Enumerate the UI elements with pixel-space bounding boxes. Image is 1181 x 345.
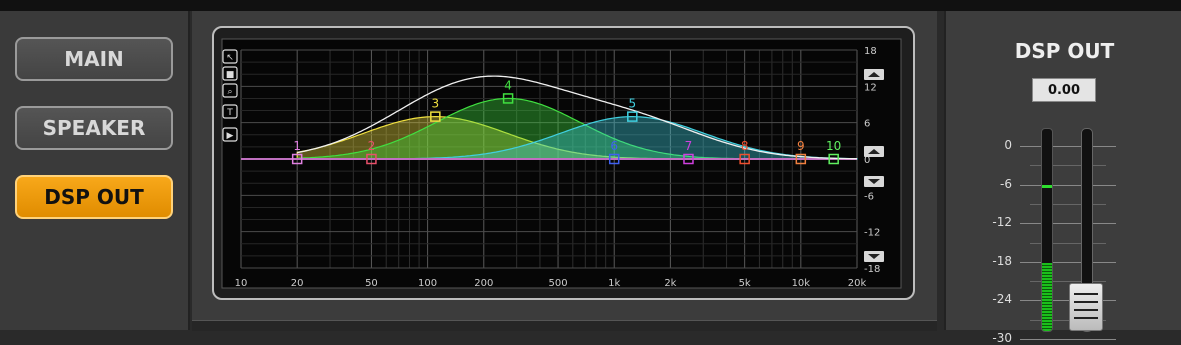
- band-8-label: 8: [741, 139, 749, 153]
- meter-scale-tick: [1020, 184, 1116, 186]
- svg-text:⌕: ⌕: [227, 87, 232, 97]
- band-7-label: 7: [685, 139, 693, 153]
- gain-tick-label: 18: [864, 46, 877, 57]
- gain-tick-label: -18: [864, 264, 880, 275]
- meter-fill: [1042, 262, 1052, 331]
- meter-peak: [1042, 184, 1052, 188]
- freq-tick-label: 10: [235, 278, 248, 289]
- svg-text:■: ■: [226, 70, 235, 80]
- band-9-label: 9: [797, 139, 805, 153]
- freq-tick-label: 50: [365, 278, 378, 289]
- freq-tick-label: 2k: [664, 278, 676, 289]
- meter-scale-label: 0: [1004, 138, 1012, 152]
- level-meter: [1041, 128, 1053, 332]
- freq-tick-label: 10k: [792, 278, 811, 289]
- top-bar: [0, 0, 1181, 11]
- freq-tick-label: 1k: [608, 278, 620, 289]
- meter-scale-label: -30: [992, 331, 1012, 345]
- freq-tick-label: 20k: [848, 278, 867, 289]
- right-output-panel: DSP OUT 0.00 0 -6 -12 -18 -24 -30: [944, 11, 1181, 345]
- main-button[interactable]: MAIN: [15, 37, 173, 81]
- meter-scale-label: -6: [1000, 176, 1012, 191]
- band-2-label: 2: [368, 139, 376, 153]
- gain-value-display[interactable]: 0.00: [1032, 78, 1096, 102]
- gain-tick-label: 12: [864, 82, 877, 93]
- meter-scale-tick: [1020, 146, 1116, 147]
- fader-handle[interactable]: [1069, 282, 1103, 331]
- band-10-label: 10: [826, 139, 841, 153]
- bottom-strip: [192, 320, 937, 331]
- gain-tick-label: -6: [864, 191, 874, 202]
- eq-graph[interactable]: 10 20 50 100 200 500 1k 2k 5k 10k 20k181260-6-12-1…: [212, 26, 915, 300]
- freq-tick-label: 20: [291, 278, 304, 289]
- band-3-label: 3: [432, 97, 440, 111]
- band-5-label: 5: [628, 97, 636, 111]
- svg-text:T: T: [226, 108, 233, 118]
- band-6-label: 6: [610, 139, 618, 153]
- freq-tick-label: 100: [418, 278, 437, 289]
- meter-scale-label: -12: [992, 215, 1012, 230]
- svg-text:▶: ▶: [227, 131, 234, 141]
- meter-scale-label: -18: [992, 253, 1012, 268]
- meter-scale-tick: [1020, 339, 1116, 340]
- band-4-label: 4: [504, 78, 512, 92]
- freq-tick-label: 5k: [739, 278, 751, 289]
- gain-tick-label: 6: [864, 119, 870, 130]
- svg-text:↖: ↖: [226, 53, 234, 63]
- freq-tick-label: 200: [474, 278, 493, 289]
- band-1-label: 1: [293, 139, 301, 153]
- dsp-out-button[interactable]: DSP OUT: [15, 175, 173, 219]
- meter-scale-label: -24: [992, 292, 1012, 307]
- gain-tick-label: -12: [864, 228, 880, 239]
- meter-scale-tick: [1020, 261, 1116, 263]
- left-nav-panel: MAIN SPEAKER DSP OUT: [0, 11, 190, 330]
- speaker-button[interactable]: SPEAKER: [15, 106, 173, 150]
- output-title: DSP OUT: [1014, 39, 1115, 63]
- freq-tick-label: 500: [548, 278, 567, 289]
- meter-scale-tick: [1020, 223, 1116, 225]
